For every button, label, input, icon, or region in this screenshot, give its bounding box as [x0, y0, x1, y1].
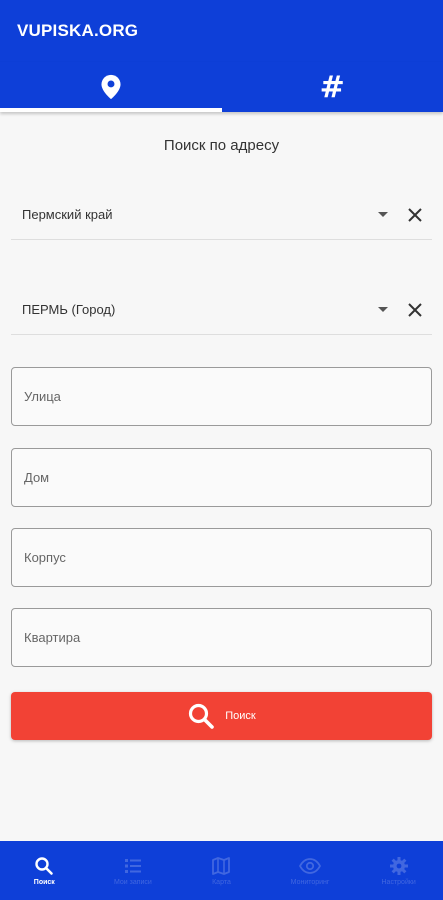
close-icon [408, 207, 422, 222]
street-field[interactable] [11, 367, 432, 426]
region-value: Пермский край [22, 207, 113, 222]
nav-item-map[interactable]: Карта [177, 841, 266, 900]
search-icon [189, 703, 215, 729]
nav-item-label: Поиск [33, 878, 55, 886]
nav-item-label: Настройки [381, 878, 416, 886]
clear-region-button[interactable] [402, 202, 428, 228]
bottom-navigation: Поиск Мои записи Карта Мониторинг Настро… [0, 841, 443, 900]
region-select[interactable]: Пермский край [11, 190, 432, 240]
app-bar: VUPISKA.ORG [0, 0, 443, 62]
form-title: Поиск по адресу [163, 137, 280, 154]
apartment-field[interactable] [11, 608, 432, 667]
street-input[interactable] [24, 389, 431, 404]
nav-item-records[interactable]: Мои записи [89, 841, 178, 900]
dropdown-arrow-icon[interactable] [378, 307, 388, 312]
search-button[interactable]: Поиск [11, 692, 432, 740]
nav-item-label: Мои записи [113, 878, 152, 886]
nav-item-search[interactable]: Поиск [0, 841, 89, 900]
close-icon [408, 302, 422, 317]
tab-number-search[interactable]: # [222, 62, 443, 112]
tab-bar: # [0, 62, 443, 112]
app-title: VUPISKA.ORG [17, 21, 139, 40]
gear-icon [389, 856, 408, 875]
building-field[interactable] [11, 528, 432, 587]
house-field[interactable] [11, 448, 432, 507]
list-icon [124, 858, 141, 873]
location-pin-icon [101, 74, 121, 100]
dropdown-arrow-icon[interactable] [378, 212, 388, 217]
tab-address-search[interactable] [0, 62, 222, 112]
nav-item-monitoring[interactable]: Мониторинг [266, 841, 355, 900]
search-icon [35, 856, 54, 875]
apartment-input[interactable] [24, 630, 431, 645]
clear-city-button[interactable] [402, 297, 428, 323]
nav-item-label: Мониторинг [290, 878, 330, 886]
city-value: ПЕРМЬ (Город) [22, 302, 116, 317]
nav-item-settings[interactable]: Настройки [354, 841, 443, 900]
map-icon [212, 856, 231, 875]
city-select[interactable]: ПЕРМЬ (Город) [11, 285, 432, 335]
hash-icon: # [319, 69, 345, 105]
nav-item-label: Карта [212, 878, 231, 886]
search-button-label: Поиск [225, 710, 256, 722]
building-input[interactable] [24, 550, 431, 565]
house-input[interactable] [24, 470, 431, 485]
eye-icon [299, 857, 322, 874]
